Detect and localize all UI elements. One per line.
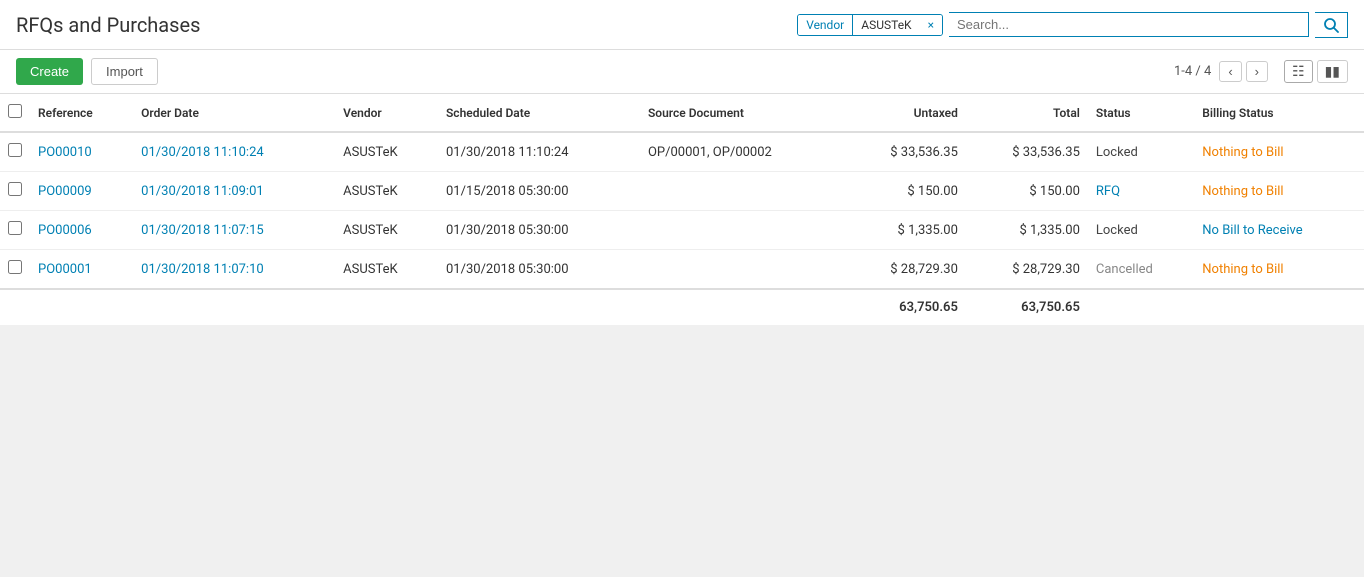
chart-view-button[interactable]: ▮▮	[1317, 60, 1348, 83]
col-billing-status[interactable]: Billing Status	[1194, 94, 1364, 132]
row-checkbox[interactable]	[8, 182, 22, 196]
row-billing-status: Nothing to Bill	[1194, 132, 1364, 172]
row-untaxed: $ 150.00	[844, 172, 966, 211]
table-row: PO0000101/30/2018 11:07:10ASUSTeK01/30/2…	[0, 250, 1364, 290]
import-button[interactable]: Import	[91, 58, 158, 85]
row-checkbox[interactable]	[8, 143, 22, 157]
totals-untaxed: 63,750.65	[844, 289, 966, 325]
col-source-document[interactable]: Source Document	[640, 94, 844, 132]
row-vendor: ASUSTeK	[335, 250, 438, 290]
row-status: RFQ	[1088, 172, 1194, 211]
vendor-filter-remove[interactable]: ×	[920, 15, 942, 35]
row-total: $ 1,335.00	[966, 211, 1088, 250]
totals-spacer	[0, 289, 844, 325]
search-input[interactable]	[949, 12, 1309, 37]
pagination-range: 1-4 / 4	[1174, 64, 1211, 79]
pagination: 1-4 / 4 ‹ › ☷ ▮▮	[1174, 60, 1348, 83]
select-all-checkbox[interactable]	[8, 104, 22, 118]
row-status: Cancelled	[1088, 250, 1194, 290]
action-bar: Create Import 1-4 / 4 ‹ › ☷ ▮▮	[0, 50, 1364, 94]
row-checkbox-cell[interactable]	[0, 172, 30, 211]
col-vendor[interactable]: Vendor	[335, 94, 438, 132]
row-order-date[interactable]: 01/30/2018 11:07:10	[133, 250, 335, 290]
row-source-document: OP/00001, OP/00002	[640, 132, 844, 172]
page-title: RFQs and Purchases	[16, 13, 200, 37]
table-container: Reference Order Date Vendor Scheduled Da…	[0, 94, 1364, 325]
table-row: PO0001001/30/2018 11:10:24ASUSTeK01/30/2…	[0, 132, 1364, 172]
row-status: Locked	[1088, 211, 1194, 250]
row-source-document	[640, 250, 844, 290]
next-page-button[interactable]: ›	[1246, 61, 1268, 82]
col-total[interactable]: Total	[966, 94, 1088, 132]
filter-bar: Vendor ASUSTeK ×	[797, 12, 1348, 38]
row-reference[interactable]: PO00010	[30, 132, 133, 172]
row-vendor: ASUSTeK	[335, 211, 438, 250]
totals-total: 63,750.65	[966, 289, 1088, 325]
totals-end	[1088, 289, 1364, 325]
row-order-date[interactable]: 01/30/2018 11:10:24	[133, 132, 335, 172]
list-view-button[interactable]: ☷	[1284, 60, 1313, 83]
pagination-nav: ‹ ›	[1219, 61, 1268, 82]
table-header-row: Reference Order Date Vendor Scheduled Da…	[0, 94, 1364, 132]
select-all-header[interactable]	[0, 94, 30, 132]
col-scheduled-date[interactable]: Scheduled Date	[438, 94, 640, 132]
prev-page-button[interactable]: ‹	[1219, 61, 1241, 82]
vendor-filter: Vendor ASUSTeK ×	[797, 14, 943, 36]
row-source-document	[640, 172, 844, 211]
list-view-icon: ☷	[1292, 63, 1305, 79]
vendor-filter-value: ASUSTeK	[853, 15, 919, 35]
row-reference[interactable]: PO00001	[30, 250, 133, 290]
row-order-date[interactable]: 01/30/2018 11:07:15	[133, 211, 335, 250]
search-button[interactable]	[1315, 12, 1348, 38]
row-untaxed: $ 28,729.30	[844, 250, 966, 290]
row-billing-status: Nothing to Bill	[1194, 250, 1364, 290]
col-status[interactable]: Status	[1088, 94, 1194, 132]
view-toggle: ☷ ▮▮	[1284, 60, 1348, 83]
row-checkbox[interactable]	[8, 260, 22, 274]
col-order-date[interactable]: Order Date	[133, 94, 335, 132]
row-total: $ 33,536.35	[966, 132, 1088, 172]
chart-view-icon: ▮▮	[1325, 63, 1340, 79]
row-untaxed: $ 1,335.00	[844, 211, 966, 250]
row-scheduled-date: 01/30/2018 11:10:24	[438, 132, 640, 172]
table-row: PO0000601/30/2018 11:07:15ASUSTeK01/30/2…	[0, 211, 1364, 250]
row-billing-status: Nothing to Bill	[1194, 172, 1364, 211]
top-bar: RFQs and Purchases Vendor ASUSTeK ×	[0, 0, 1364, 50]
row-vendor: ASUSTeK	[335, 172, 438, 211]
row-checkbox-cell[interactable]	[0, 211, 30, 250]
row-order-date[interactable]: 01/30/2018 11:09:01	[133, 172, 335, 211]
row-vendor: ASUSTeK	[335, 132, 438, 172]
row-checkbox[interactable]	[8, 221, 22, 235]
row-scheduled-date: 01/30/2018 05:30:00	[438, 250, 640, 290]
row-scheduled-date: 01/30/2018 05:30:00	[438, 211, 640, 250]
row-scheduled-date: 01/15/2018 05:30:00	[438, 172, 640, 211]
totals-row: 63,750.65 63,750.65	[0, 289, 1364, 325]
row-total: $ 28,729.30	[966, 250, 1088, 290]
row-checkbox-cell[interactable]	[0, 250, 30, 290]
row-reference[interactable]: PO00009	[30, 172, 133, 211]
row-source-document	[640, 211, 844, 250]
table-row: PO0000901/30/2018 11:09:01ASUSTeK01/15/2…	[0, 172, 1364, 211]
row-total: $ 150.00	[966, 172, 1088, 211]
row-status: Locked	[1088, 132, 1194, 172]
row-untaxed: $ 33,536.35	[844, 132, 966, 172]
col-reference[interactable]: Reference	[30, 94, 133, 132]
footer-empty	[0, 325, 1364, 565]
purchases-table: Reference Order Date Vendor Scheduled Da…	[0, 94, 1364, 325]
row-billing-status: No Bill to Receive	[1194, 211, 1364, 250]
search-icon	[1323, 17, 1339, 33]
create-button[interactable]: Create	[16, 58, 83, 85]
row-checkbox-cell[interactable]	[0, 132, 30, 172]
row-reference[interactable]: PO00006	[30, 211, 133, 250]
col-untaxed[interactable]: Untaxed	[844, 94, 966, 132]
vendor-filter-label: Vendor	[798, 15, 853, 35]
